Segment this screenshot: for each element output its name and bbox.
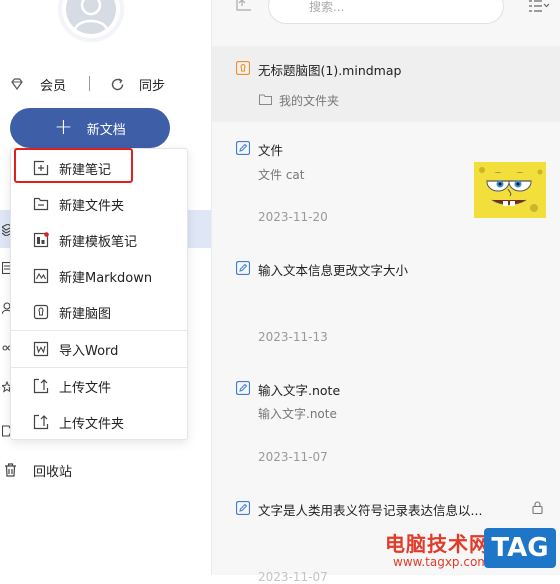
menu-item-new-markdown[interactable]: 新建Markdown <box>11 258 187 294</box>
file-list-item[interactable]: 无标题脑图(1).mindmap 我的文件夹 <box>212 46 560 122</box>
mindmap-icon <box>33 304 49 320</box>
menu-item-label: 新建笔记 <box>59 162 112 178</box>
new-document-label: 新文档 <box>86 122 126 138</box>
sidebar-item-trash[interactable]: 回收站 <box>4 460 72 480</box>
note-file-icon <box>236 261 250 275</box>
menu-item-new-template-note[interactable]: 新建模板笔记 <box>11 222 187 258</box>
menu-item-label: 导入Word <box>59 343 119 359</box>
plus-icon: + <box>54 115 73 140</box>
mindmap-file-icon <box>236 61 250 75</box>
search-placeholder: 搜索... <box>309 0 345 14</box>
file-date: 2023-11-07 <box>258 570 328 584</box>
menu-item-label: 新建Markdown <box>59 270 153 286</box>
file-date: 2023-11-07 <box>258 450 328 464</box>
trash-label: 回收站 <box>33 464 73 480</box>
avatar[interactable] <box>62 0 120 38</box>
markdown-icon <box>33 268 49 284</box>
vip-link[interactable]: 会员 <box>10 74 66 94</box>
new-document-menu: 新建笔记 新建文件夹 新建模板笔记 新建Markdown 新建脑图 导入Word… <box>10 148 188 440</box>
note-file-icon <box>236 501 250 515</box>
file-date: 2023-11-20 <box>258 210 328 224</box>
watermark-logo: TAG <box>484 528 556 568</box>
menu-item-upload-folder[interactable]: 上传文件夹 <box>11 404 187 440</box>
file-list-item[interactable]: 输入文字.note 输入文字.note 2023-11-07 <box>212 366 560 476</box>
divider <box>89 76 90 91</box>
menu-item-label: 新建文件夹 <box>59 198 125 214</box>
menu-item-new-mindmap[interactable]: 新建脑图 <box>11 294 187 330</box>
menu-item-label: 上传文件夹 <box>59 416 125 432</box>
search-input[interactable]: 搜索... <box>268 0 504 24</box>
template-note-icon <box>33 232 49 248</box>
diamond-icon <box>11 78 23 91</box>
menu-item-new-folder[interactable]: 新建文件夹 <box>11 186 187 222</box>
menu-item-import-word[interactable]: 导入Word <box>11 331 187 367</box>
sync-label: 同步 <box>139 78 166 94</box>
menu-item-new-note[interactable]: 新建笔记 <box>11 150 187 186</box>
file-title: 输入文字.note <box>258 383 341 398</box>
file-title: 文件 <box>258 143 284 158</box>
watermark-text: 电脑技术网 <box>385 532 490 556</box>
file-subtitle: 输入文字.note <box>258 407 337 421</box>
file-date: 2023-11-13 <box>258 330 328 344</box>
user-icon <box>66 0 116 34</box>
watermark-url: www.tagxp.com <box>393 555 489 569</box>
note-file-icon <box>236 381 250 395</box>
sync-icon <box>111 77 124 90</box>
file-title: 无标题脑图(1).mindmap <box>258 63 402 78</box>
menu-item-label: 新建脑图 <box>59 306 112 322</box>
trash-icon <box>5 463 16 477</box>
view-toggle-icon[interactable] <box>528 0 550 12</box>
folder-icon <box>259 94 272 105</box>
file-title: 输入文本信息更改文字大小 <box>258 263 409 278</box>
thumbnail-image <box>474 162 546 218</box>
note-file-icon <box>236 141 250 155</box>
upload-file-icon <box>33 378 49 394</box>
file-folder: 我的文件夹 <box>279 94 340 108</box>
lock-icon <box>532 501 543 514</box>
menu-item-upload-file[interactable]: 上传文件 <box>11 368 187 404</box>
menu-item-label: 上传文件 <box>59 380 112 396</box>
new-note-icon <box>33 160 49 176</box>
file-title: 文字是人类用表义符号记录表达信息以... <box>258 503 483 518</box>
new-document-button[interactable]: + 新文档 <box>10 108 170 148</box>
file-list-item[interactable]: 输入文本信息更改文字大小 2023-11-13 <box>212 246 560 356</box>
file-subtitle: 文件 cat <box>258 168 305 182</box>
back-up-icon[interactable] <box>236 0 252 14</box>
vip-label: 会员 <box>40 78 67 94</box>
menu-item-label: 新建模板笔记 <box>59 234 138 250</box>
sync-button[interactable]: 同步 <box>110 74 165 94</box>
upload-folder-icon <box>33 414 49 430</box>
new-folder-icon <box>33 197 49 211</box>
import-word-icon <box>33 341 49 357</box>
